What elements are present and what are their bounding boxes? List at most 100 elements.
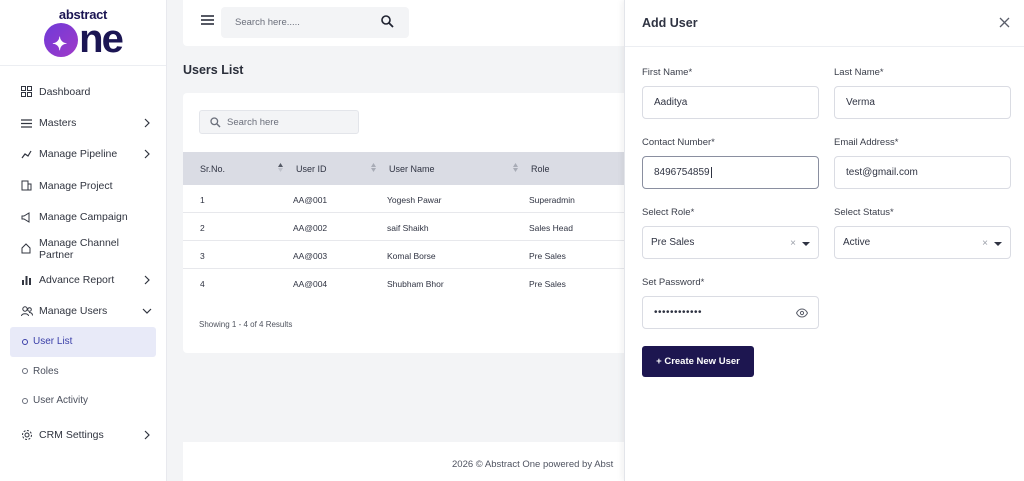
- partner-icon: [20, 242, 33, 255]
- email-address-value: test@gmail.com: [846, 167, 918, 178]
- sidebar-subitem-user-activity[interactable]: User Activity: [10, 386, 156, 416]
- sidebar-item-label: Manage Campaign: [39, 211, 128, 224]
- cell-user-name: Komal Borse: [387, 251, 436, 261]
- caret-down-icon[interactable]: [802, 242, 810, 246]
- table-row[interactable]: 4 AA@004 Shubham Bhor Pre Sales: [183, 269, 643, 297]
- cell-user-id: AA@004: [293, 279, 328, 289]
- cell-user-name: Shubham Bhor: [387, 279, 444, 289]
- drawer-title: Add User: [642, 16, 698, 30]
- sidebar-subitem-roles[interactable]: Roles: [10, 357, 156, 387]
- top-search-input[interactable]: Search here.....: [221, 7, 409, 38]
- select-status-dropdown[interactable]: Active ×: [834, 226, 1011, 259]
- column-header-user-name[interactable]: User Name: [389, 164, 435, 174]
- email-address-field[interactable]: test@gmail.com: [834, 156, 1011, 189]
- sidebar-item-masters[interactable]: Masters: [0, 107, 166, 138]
- sort-asc-icon[interactable]: [278, 163, 283, 172]
- table-search-input[interactable]: Search here: [199, 110, 359, 134]
- eye-icon[interactable]: [796, 308, 808, 318]
- last-name-field[interactable]: Verma: [834, 86, 1011, 119]
- users-table-card: Search here Sr.No. User ID User Name Rol…: [183, 93, 643, 353]
- logo-text-suffix: ne: [79, 16, 124, 61]
- close-icon[interactable]: [999, 17, 1010, 28]
- create-new-user-button[interactable]: + Create New User: [642, 346, 754, 377]
- sidebar-item-label: Manage Project: [39, 179, 113, 192]
- sidebar-item-label: Manage Pipeline: [39, 148, 118, 161]
- select-role-dropdown[interactable]: Pre Sales ×: [642, 226, 819, 259]
- contact-number-label: Contact Number*: [642, 137, 715, 148]
- select-status-label: Select Status*: [834, 207, 894, 218]
- password-field[interactable]: ••••••••••••: [642, 296, 819, 329]
- sidebar-item-manage-pipeline[interactable]: Manage Pipeline: [0, 139, 166, 170]
- gear-icon: [20, 429, 33, 442]
- sidebar-item-label: Manage Users: [39, 305, 108, 318]
- contact-number-value: 8496754859: [654, 167, 710, 178]
- cell-user-name: Yogesh Pawar: [387, 195, 442, 205]
- sidebar-item-crm-settings[interactable]: CRM Settings: [0, 420, 166, 451]
- cell-sr-no: 3: [200, 251, 205, 261]
- search-icon[interactable]: [381, 15, 394, 28]
- pipeline-icon: [20, 148, 33, 161]
- megaphone-icon: [20, 211, 33, 224]
- bar-chart-icon: [20, 274, 33, 287]
- building-icon: [20, 179, 33, 192]
- sidebar-item-manage-channel-partner[interactable]: Manage Channel Partner: [0, 233, 166, 264]
- table-row[interactable]: 1 AA@001 Yogesh Pawar Superadmin: [183, 185, 643, 213]
- chevron-right-icon: [144, 150, 150, 159]
- sidebar-item-manage-campaign[interactable]: Manage Campaign: [0, 202, 166, 233]
- column-header-user-id[interactable]: User ID: [296, 164, 327, 174]
- search-placeholder: Search here: [227, 117, 279, 128]
- last-name-label: Last Name*: [834, 67, 884, 78]
- circle-icon: [22, 338, 28, 345]
- sidebar-item-dashboard[interactable]: Dashboard: [0, 76, 166, 107]
- column-header-sr-no[interactable]: Sr.No.: [200, 164, 225, 174]
- table-header: Sr.No. User ID User Name Role: [183, 152, 643, 185]
- hamburger-icon[interactable]: [201, 15, 214, 25]
- top-bar: Search here.....: [183, 0, 643, 46]
- sidebar-item-label: Masters: [39, 117, 77, 130]
- cell-user-id: AA@003: [293, 251, 328, 261]
- page-footer: 2026 © Abstract One powered by Abst: [183, 442, 643, 481]
- first-name-field[interactable]: Aaditya: [642, 86, 819, 119]
- column-header-role[interactable]: Role: [531, 164, 550, 174]
- select-role-label: Select Role*: [642, 207, 695, 218]
- sidebar-subitem-label: User Activity: [33, 395, 89, 407]
- cell-sr-no: 2: [200, 223, 205, 233]
- clear-icon[interactable]: ×: [982, 238, 988, 249]
- first-name-label: First Name*: [642, 67, 693, 78]
- brand-logo[interactable]: abstract ne: [0, 0, 166, 66]
- sidebar-subitem-label: User List: [33, 336, 73, 348]
- clear-icon[interactable]: ×: [790, 238, 796, 249]
- circle-icon: [22, 397, 28, 404]
- grid-icon: [20, 85, 33, 98]
- sidebar-item-label: CRM Settings: [39, 429, 104, 442]
- sidebar-item-manage-project[interactable]: Manage Project: [0, 170, 166, 201]
- sidebar-subitem-user-list[interactable]: User List: [10, 327, 156, 357]
- first-name-value: Aaditya: [654, 97, 688, 108]
- table-row[interactable]: 3 AA@003 Komal Borse Pre Sales: [183, 241, 643, 269]
- sort-icon[interactable]: [513, 163, 518, 172]
- search-icon: [210, 117, 221, 128]
- sidebar-item-label: Advance Report: [39, 274, 115, 287]
- table-row[interactable]: 2 AA@002 saif Shaikh Sales Head: [183, 213, 643, 241]
- chevron-right-icon: [144, 275, 150, 285]
- cell-user-name: saif Shaikh: [387, 223, 429, 233]
- chevron-down-icon: [142, 308, 152, 315]
- sidebar-nav: Dashboard Masters Manage Pipeline Manage…: [0, 66, 166, 451]
- cell-role: Superadmin: [529, 195, 575, 205]
- sidebar-subitem-label: Roles: [33, 365, 59, 377]
- footer-text: 2026 © Abstract One powered by Abst: [452, 459, 614, 470]
- cell-sr-no: 4: [200, 279, 205, 289]
- select-role-value: Pre Sales: [651, 237, 695, 248]
- sort-icon[interactable]: [371, 163, 376, 172]
- sidebar-item-advance-report[interactable]: Advance Report: [0, 264, 166, 295]
- caret-down-icon[interactable]: [994, 242, 1002, 246]
- add-user-drawer: Add User First Name* Aaditya Last Name* …: [624, 0, 1024, 481]
- search-placeholder: Search here.....: [235, 17, 300, 28]
- page-title: Users List: [183, 63, 244, 77]
- sidebar-item-manage-users[interactable]: Manage Users: [0, 296, 166, 327]
- users-icon: [20, 305, 33, 318]
- contact-number-field[interactable]: 8496754859: [642, 156, 819, 189]
- cell-sr-no: 1: [200, 195, 205, 205]
- cell-user-id: AA@002: [293, 223, 328, 233]
- cell-user-id: AA@001: [293, 195, 328, 205]
